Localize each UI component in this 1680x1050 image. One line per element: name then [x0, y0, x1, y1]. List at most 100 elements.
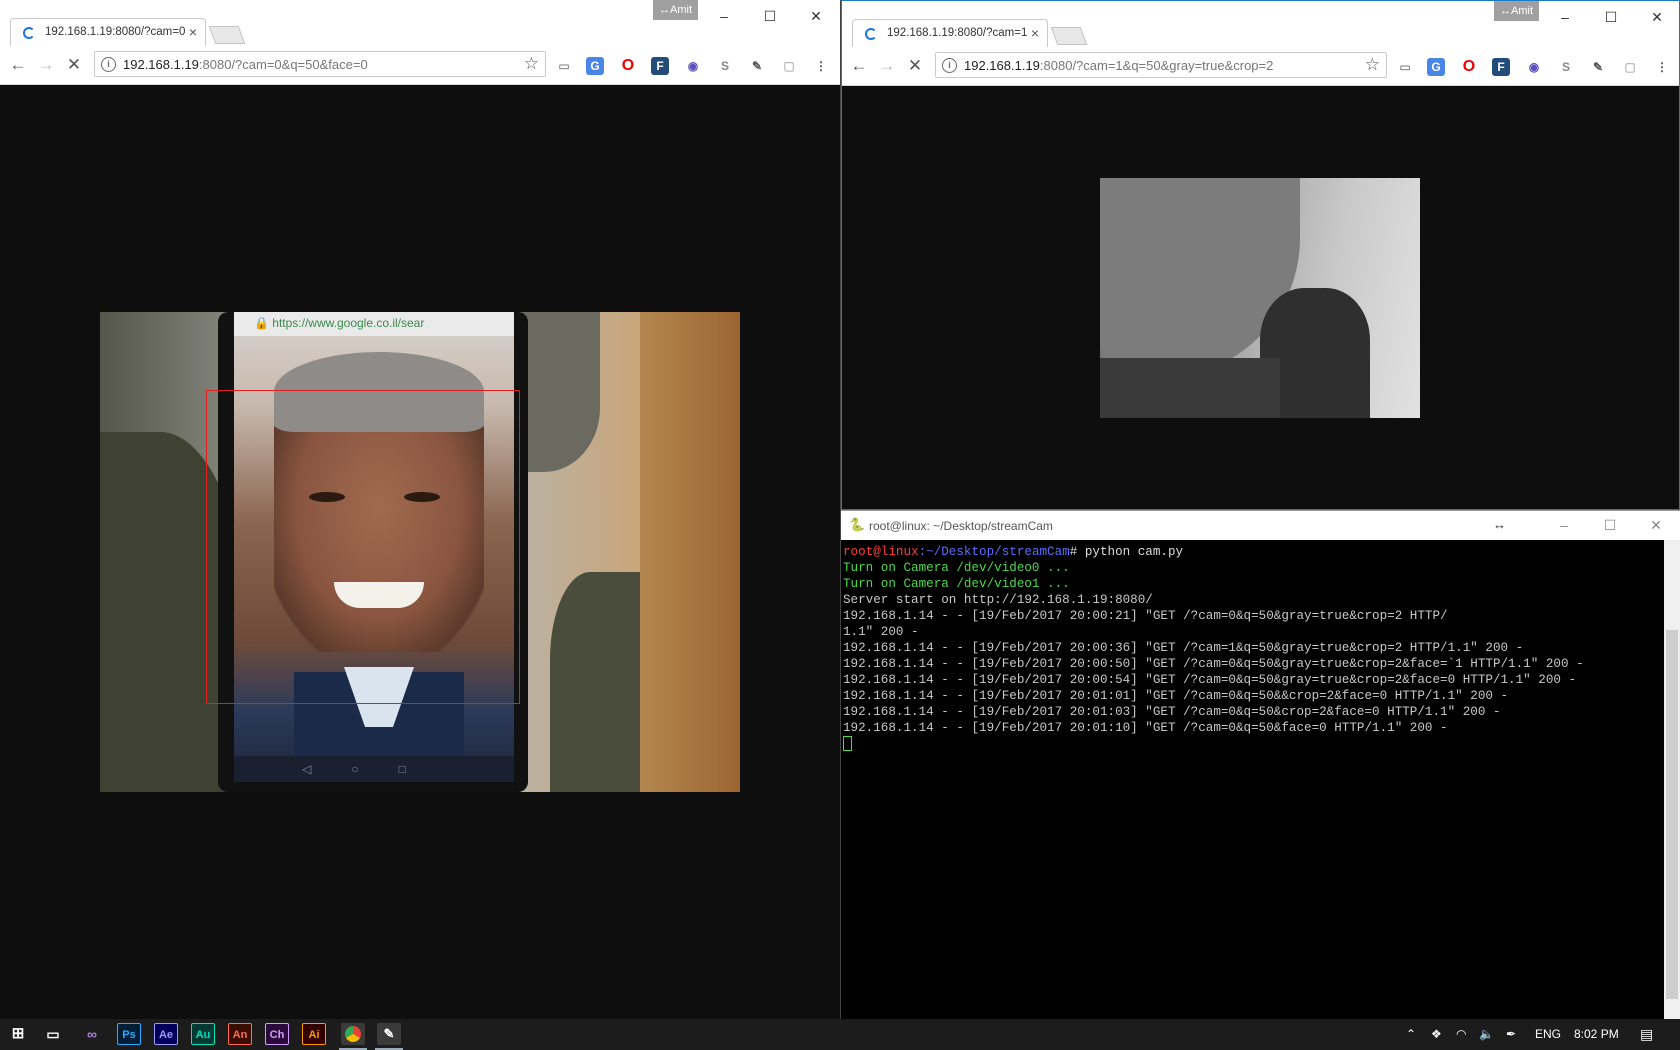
back-button[interactable]: ←	[849, 56, 869, 76]
bookmark-star-icon[interactable]: ☆	[524, 54, 539, 74]
url-host: 192.168.1.19	[123, 57, 199, 72]
app-label: Ch	[269, 1029, 285, 1041]
address-bar[interactable]: i 192.168.1.19:8080/?cam=1&q=50&gray=tru…	[935, 52, 1387, 78]
terminal-cursor	[843, 736, 852, 752]
skype-icon[interactable]: S	[1557, 58, 1575, 76]
forward-button[interactable]: →	[36, 55, 56, 75]
feedly-icon[interactable]: F	[651, 57, 669, 75]
phone-nav-bar: ◁○□	[234, 756, 514, 782]
close-tab-icon[interactable]: ×	[189, 24, 197, 40]
right-tab[interactable]: 192.168.1.19:8080/?cam=1&q=50&gray=true&…	[852, 19, 1048, 47]
python-terminal-icon[interactable]: ✎	[377, 1023, 401, 1045]
terminal-output[interactable]: root@linux:~/Desktop/streamCam# python c…	[841, 540, 1664, 1019]
maximize-button[interactable]: ☐	[755, 6, 785, 26]
left-tab[interactable]: 192.168.1.19:8080/?cam=0&q=50&face=0 ×	[10, 18, 206, 46]
dropbox-icon[interactable]: ❖	[1431, 1019, 1442, 1050]
new-tab-button[interactable]	[1050, 27, 1088, 45]
show-hidden-icons[interactable]: ⌃	[1406, 1019, 1416, 1050]
skype-icon[interactable]: S	[716, 57, 734, 75]
terminal-titlebar: 🐍 root@linux: ~/Desktop/streamCam ↔ – ☐ …	[841, 510, 1680, 541]
translate-icon[interactable]: G	[1427, 58, 1445, 76]
wappalyzer-icon[interactable]: ◉	[684, 57, 702, 75]
stop-button[interactable]: ✕	[64, 55, 84, 75]
terminal-line: 192.168.1.14 - - [19/Feb/2017 20:01:10] …	[843, 721, 1448, 735]
right-page-content	[842, 86, 1679, 509]
volume-icon[interactable]: 🔈	[1479, 1019, 1494, 1050]
hood-right-shape	[550, 572, 650, 792]
profile-badge[interactable]: ↔Amit	[653, 0, 698, 20]
language-indicator[interactable]: ENG	[1535, 1019, 1561, 1050]
opera-icon[interactable]: O	[619, 57, 637, 75]
chrome-icon[interactable]	[341, 1023, 365, 1045]
pen-icon[interactable]: ✒	[1506, 1019, 1516, 1050]
minimize-button[interactable]: –	[1550, 7, 1580, 27]
network-icon[interactable]: ◠	[1456, 1019, 1466, 1050]
extension-icon[interactable]: ▢	[780, 57, 798, 75]
forward-button[interactable]: →	[877, 56, 897, 76]
stop-button[interactable]: ✕	[905, 56, 925, 76]
action-center-icon[interactable]: ▤	[1640, 1019, 1653, 1050]
cast-icon[interactable]: ▭	[555, 57, 573, 75]
extension-icon[interactable]: ▢	[1621, 58, 1639, 76]
animate-icon[interactable]: An	[228, 1023, 252, 1045]
close-window-button[interactable]: ✕	[1641, 515, 1671, 535]
left-titlebar: 192.168.1.19:8080/?cam=0&q=50&face=0 × ↔…	[0, 0, 840, 46]
desk-shape	[1100, 358, 1280, 418]
windows-start-icon[interactable]: ⊞	[6, 1023, 30, 1045]
translate-icon[interactable]: G	[586, 57, 604, 75]
back-button[interactable]: ←	[8, 55, 28, 75]
terminal-line: 192.168.1.14 - - [19/Feb/2017 20:00:36] …	[843, 641, 1524, 655]
maximize-button[interactable]: ☐	[1595, 515, 1625, 535]
terminal-scrollbar[interactable]	[1664, 540, 1680, 1019]
resize-icon[interactable]: ↔	[1493, 517, 1506, 532]
loading-spinner-icon	[23, 27, 35, 39]
opera-icon[interactable]: O	[1460, 58, 1478, 76]
clock[interactable]: 8:02 PM	[1574, 1019, 1619, 1050]
address-bar[interactable]: i 192.168.1.19:8080/?cam=0&q=50&face=0 ☆	[94, 51, 546, 77]
minimize-button[interactable]: –	[1549, 515, 1579, 535]
wappalyzer-icon[interactable]: ◉	[1525, 58, 1543, 76]
illustrator-icon[interactable]: Ai	[302, 1023, 326, 1045]
close-window-button[interactable]: ✕	[801, 6, 831, 26]
left-tab-title: 192.168.1.19:8080/?cam=0&q=50&face=0	[45, 26, 185, 38]
left-page-content: 🔒 https://www.google.co.il/sear ◁○□	[0, 85, 840, 1019]
menu-icon[interactable]: ⋮	[1653, 58, 1671, 76]
minimize-button[interactable]: –	[709, 6, 739, 26]
task-view-icon[interactable]: ▭	[41, 1023, 65, 1045]
close-window-button[interactable]: ✕	[1642, 7, 1672, 27]
info-icon[interactable]: i	[101, 57, 116, 72]
url-text: 192.168.1.19:8080/?cam=0&q=50&face=0	[123, 57, 368, 72]
after-effects-icon[interactable]: Ae	[154, 1023, 178, 1045]
feedly-icon[interactable]: F	[1492, 58, 1510, 76]
app-label: An	[232, 1029, 248, 1041]
visual-studio-icon[interactable]: ∞	[80, 1023, 104, 1045]
chrome-logo	[345, 1026, 361, 1043]
prompt-user: root@linux	[843, 545, 919, 559]
python-icon: 🐍	[849, 517, 866, 532]
audition-icon[interactable]: Au	[191, 1023, 215, 1045]
menu-icon[interactable]: ⋮	[812, 57, 830, 75]
maximize-button[interactable]: ☐	[1596, 7, 1626, 27]
profile-name: Amit	[1511, 5, 1533, 17]
left-toolbar: ← → ✕ i 192.168.1.19:8080/?cam=0&q=50&fa…	[0, 46, 840, 85]
right-toolbar: ← → ✕ i 192.168.1.19:8080/?cam=1&q=50&gr…	[842, 47, 1679, 86]
cast-icon[interactable]: ▭	[1396, 58, 1414, 76]
app-label: Ae	[158, 1029, 174, 1041]
terminal-line: Server start on http://192.168.1.19:8080…	[843, 593, 1153, 607]
terminal-window: 🐍 root@linux: ~/Desktop/streamCam ↔ – ☐ …	[841, 510, 1680, 1019]
profile-name: Amit	[670, 4, 692, 16]
terminal-line: Turn on Camera /dev/video1 ...	[843, 577, 1070, 591]
bookmark-star-icon[interactable]: ☆	[1365, 55, 1380, 75]
info-icon[interactable]: i	[942, 58, 957, 73]
new-tab-button[interactable]	[208, 26, 246, 44]
character-animator-icon[interactable]: Ch	[265, 1023, 289, 1045]
right-tab-title: 192.168.1.19:8080/?cam=1&q=50&gray=true&…	[887, 27, 1027, 39]
eyedropper-icon[interactable]: ✎	[748, 57, 766, 75]
terminal-line: 192.168.1.14 - - [19/Feb/2017 20:00:50] …	[843, 657, 1584, 671]
scrollbar-thumb[interactable]	[1666, 630, 1678, 999]
photoshop-icon[interactable]: Ps	[117, 1023, 141, 1045]
profile-badge[interactable]: ↔Amit	[1494, 1, 1539, 21]
close-tab-icon[interactable]: ×	[1031, 25, 1039, 41]
eyedropper-icon[interactable]: ✎	[1589, 58, 1607, 76]
url-host: 192.168.1.19	[964, 58, 1040, 73]
